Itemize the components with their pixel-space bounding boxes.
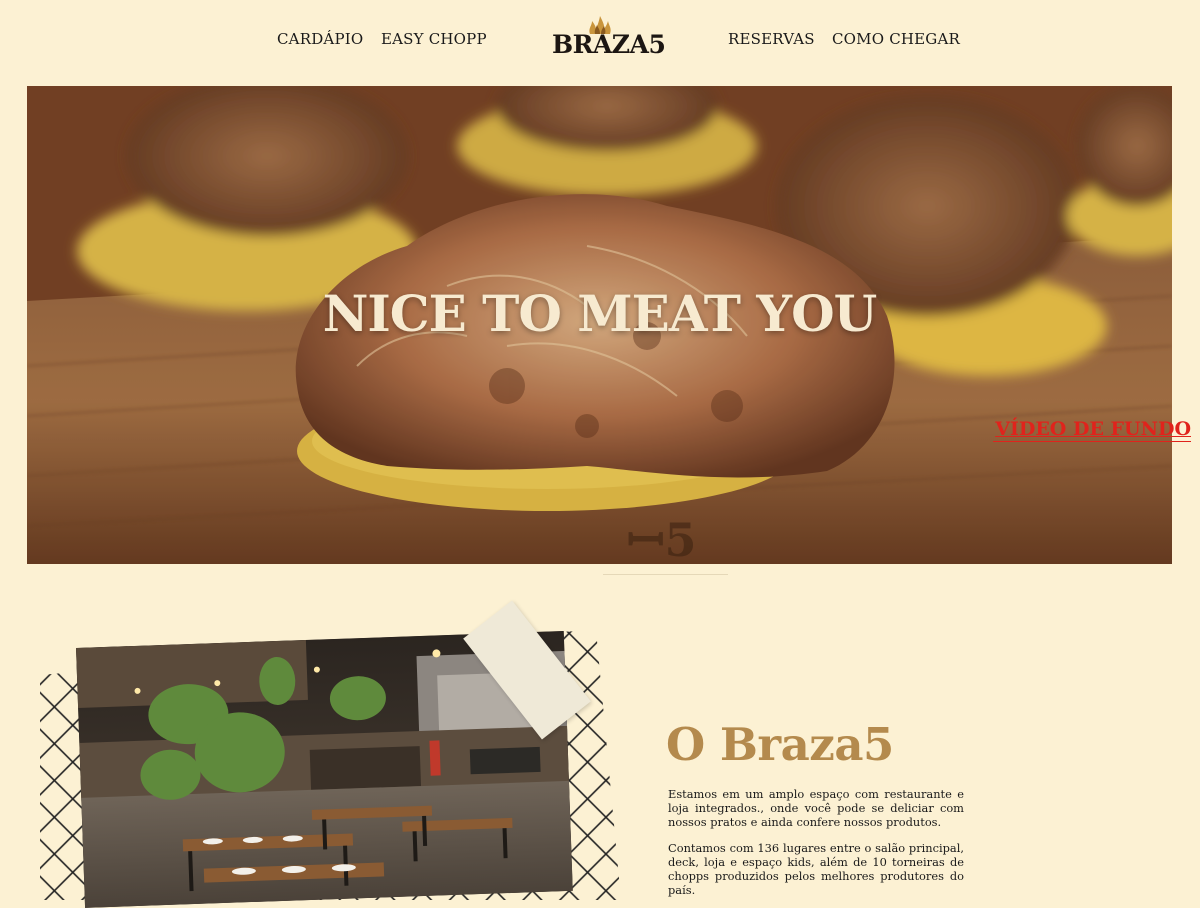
nav-reservas-link[interactable]: RESERVAS — [728, 30, 815, 48]
hero-banner: ꟷ5 NICE TO MEAT YOU — [27, 86, 1172, 564]
logo-wordmark: BRAZA5 — [552, 30, 666, 59]
about-paragraph-2: Contamos com 136 lugares entre o salão p… — [668, 841, 964, 897]
nav-easy-chopp-link[interactable]: EASY CHOPP — [381, 30, 487, 48]
hero-divider — [603, 574, 728, 575]
nav-como-chegar-link[interactable]: COMO CHEGAR — [832, 30, 960, 48]
top-nav: CARDÁPIO EASY CHOPP BRAZA5 RESERVAS COMO… — [0, 0, 1200, 86]
video-background-link[interactable]: VÍDEO DE FUNDO — [993, 418, 1191, 442]
nav-cardapio-link[interactable]: CARDÁPIO — [277, 30, 363, 48]
about-paragraph-1: Estamos em um amplo espaço com restauran… — [668, 787, 964, 829]
braza5-logo[interactable]: BRAZA5 — [552, 16, 666, 60]
about-title: O Braza5 — [666, 718, 894, 771]
hero-title: NICE TO MEAT YOU — [322, 284, 878, 343]
